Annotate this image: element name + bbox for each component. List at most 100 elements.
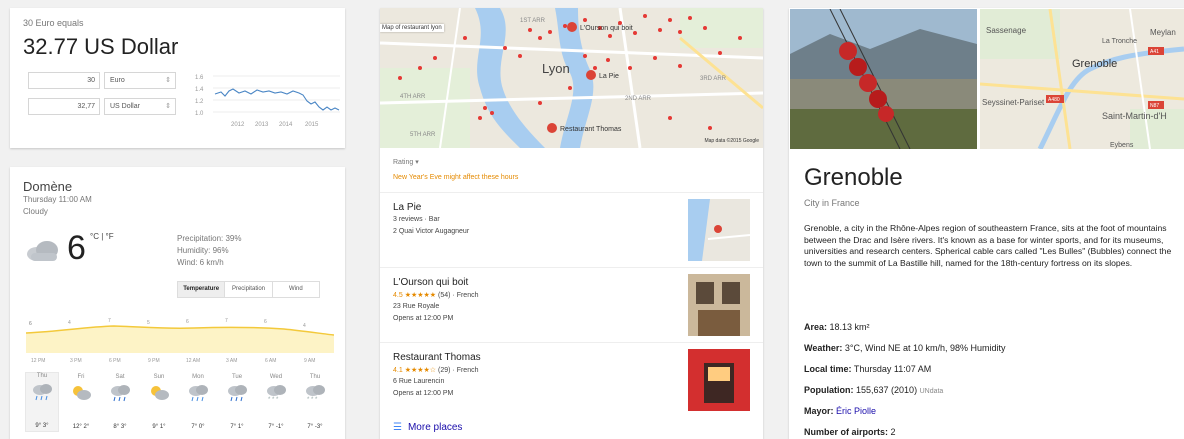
- hour-label: 6 AM: [265, 358, 277, 364]
- weather-tabs: Temperature Precipitation Wind: [177, 281, 320, 298]
- unit-toggle[interactable]: °C | °F: [90, 232, 114, 241]
- tab-temperature[interactable]: Temperature: [178, 282, 226, 297]
- place-item[interactable]: Restaurant Thomas 4.1 ★★★★☆ (29) · Frenc…: [380, 342, 763, 417]
- svg-text:* * *: * * *: [268, 397, 279, 402]
- place-reviews: 3 reviews · Bar: [393, 216, 440, 223]
- mayor-link[interactable]: Éric Piolle: [836, 406, 876, 416]
- weather-location: Domène: [23, 179, 73, 194]
- chevron-down-icon: ▾: [415, 159, 419, 166]
- map-pin-label: L'Ourson qui boit: [580, 25, 633, 32]
- knowledge-panel: A480 A41 N87 Sassenage La Tronche Meylan…: [789, 8, 1184, 439]
- rating-filter-label: Rating: [393, 159, 414, 166]
- rain-icon: [189, 385, 208, 402]
- local-places-card: 1ST ARR 4TH ARR 2ND ARR 3RD ARR 5TH ARR …: [380, 8, 763, 439]
- place-item[interactable]: L'Ourson qui boit 4.5 ★★★★★ (54) · Frenc…: [380, 267, 763, 342]
- exchange-rate-chart: 1.6 1.4 1.2 1.0 2012 2013 2014 2015: [195, 75, 340, 128]
- chart-label: 7: [225, 318, 228, 324]
- fact-row: Area: 18.13 km²: [804, 322, 870, 332]
- restaurant-photo: [688, 349, 750, 411]
- fact-value: 2: [890, 427, 896, 437]
- district-label: 4TH ARR: [400, 94, 426, 100]
- place-map-thumbnail[interactable]: [688, 199, 750, 261]
- place-hours: Opens at 12:00 PM: [393, 315, 454, 322]
- conversion-result: 32.77 US Dollar: [23, 34, 179, 59]
- place-photo[interactable]: [688, 274, 750, 336]
- map-place-label: Sassenage: [986, 26, 1027, 35]
- select-arrows-icon: ⇕: [165, 103, 171, 110]
- list-icon: ☰: [393, 422, 402, 433]
- city-photo[interactable]: [790, 9, 977, 149]
- temperature-chart: 6 4 7 5 6 7 6 4: [25, 318, 334, 353]
- y-tick: 1.6: [195, 75, 204, 81]
- forecast-day[interactable]: Tue 7° 1°: [220, 374, 254, 430]
- forecast-day[interactable]: Wed * * * 7° -1°: [259, 374, 293, 430]
- place-hours: Opens at 12:00 PM: [393, 390, 454, 397]
- forecast-day[interactable]: Sun 9° 1°: [142, 374, 176, 430]
- fact-source-link[interactable]: UNdata: [920, 388, 944, 395]
- cloud-icon: [27, 241, 58, 261]
- place-name: L'Ourson qui boit: [393, 277, 469, 288]
- district-label: 5TH ARR: [410, 132, 436, 138]
- place-name: Restaurant Thomas: [393, 352, 481, 363]
- restaurant-map[interactable]: 1ST ARR 4TH ARR 2ND ARR 3RD ARR 5TH ARR …: [380, 8, 763, 148]
- chart-label: 4: [303, 323, 306, 329]
- conversion-caption: 30 Euro equals: [23, 18, 84, 28]
- place-photo[interactable]: [688, 349, 750, 411]
- chart-label: 6: [264, 319, 267, 325]
- forecast-day-label: Fri: [77, 374, 85, 380]
- from-currency-select[interactable]: Euro ⇕: [104, 72, 176, 89]
- to-amount-input[interactable]: 32,77: [28, 98, 100, 115]
- forecast-day-label: Thu: [309, 374, 321, 380]
- hour-label: 3 PM: [70, 358, 82, 364]
- map-title: Map of restaurant lyon: [380, 24, 444, 32]
- district-label: 2ND ARR: [625, 96, 652, 102]
- weather-condition: Cloudy: [23, 207, 48, 216]
- map-place-label: Grenoble: [1072, 58, 1117, 70]
- y-tick: 1.0: [195, 111, 204, 117]
- rating-score: 4.5: [393, 292, 403, 299]
- chart-label: 4: [68, 320, 71, 326]
- city-map[interactable]: A480 A41 N87 Sassenage La Tronche Meylan…: [980, 9, 1184, 149]
- fact-value: 155,637 (2010): [856, 385, 918, 395]
- hour-label: 3 AM: [226, 358, 238, 364]
- forecast-day-label: Mon: [192, 374, 204, 380]
- rating-filter[interactable]: Rating ▾: [393, 158, 419, 166]
- rain-icon: [228, 385, 247, 402]
- forecast-day-label: Tue: [231, 374, 243, 380]
- y-tick: 1.4: [195, 87, 204, 93]
- map-place-label: La Tronche: [1102, 38, 1137, 45]
- tab-precipitation[interactable]: Precipitation: [225, 282, 273, 297]
- entity-title: Grenoble: [804, 164, 903, 191]
- forecast-day[interactable]: Fri 12° 2°: [64, 374, 98, 430]
- place-item[interactable]: La Pie 3 reviews · Bar 2 Quai Victor Aug…: [380, 192, 763, 267]
- forecast-day[interactable]: Thu * * * 7° -3°: [298, 374, 332, 430]
- from-currency-value: Euro: [110, 77, 125, 84]
- fact-row: Weather: 3°C, Wind NE at 10 km/h, 98% Hu…: [804, 343, 1006, 353]
- forecast-temps: 8° 3°: [113, 424, 127, 430]
- snow-icon: * * *: [267, 385, 286, 402]
- road-label: N87: [1150, 103, 1159, 109]
- fact-row: Population: 155,637 (2010) UNdata: [804, 385, 943, 395]
- forecast-day-label: Sat: [115, 374, 125, 380]
- map-place-label: Meylan: [1150, 28, 1176, 37]
- place-address: 6 Rue Laurencin: [393, 378, 445, 385]
- forecast-day[interactable]: Mon 7° 0°: [181, 374, 215, 430]
- wind-text: Wind: 6 km/h: [177, 258, 224, 267]
- to-currency-select[interactable]: US Dollar ⇕: [104, 98, 176, 115]
- partly-sunny-icon: [151, 386, 169, 400]
- precipitation-text: Precipitation: 39%: [177, 234, 242, 243]
- svg-text:* * *: * * *: [307, 397, 318, 402]
- forecast-day-label: Sun: [153, 374, 165, 380]
- review-count: (29) · French: [438, 367, 479, 374]
- place-name: La Pie: [393, 202, 422, 213]
- forecast-day[interactable]: Thu 9° 3°: [25, 372, 59, 432]
- more-places-link[interactable]: ☰ More places: [393, 422, 462, 433]
- hour-label: 6 PM: [109, 358, 121, 364]
- hours-warning: New Year's Eve might affect these hours: [393, 174, 519, 181]
- tab-wind[interactable]: Wind: [273, 282, 319, 297]
- map-pin-label: Restaurant Thomas: [560, 126, 622, 133]
- forecast-day[interactable]: Sat 8° 3°: [103, 374, 137, 430]
- x-tick: 2013: [255, 122, 269, 128]
- from-amount-input[interactable]: 30: [28, 72, 100, 89]
- snow-icon: * * *: [306, 385, 325, 402]
